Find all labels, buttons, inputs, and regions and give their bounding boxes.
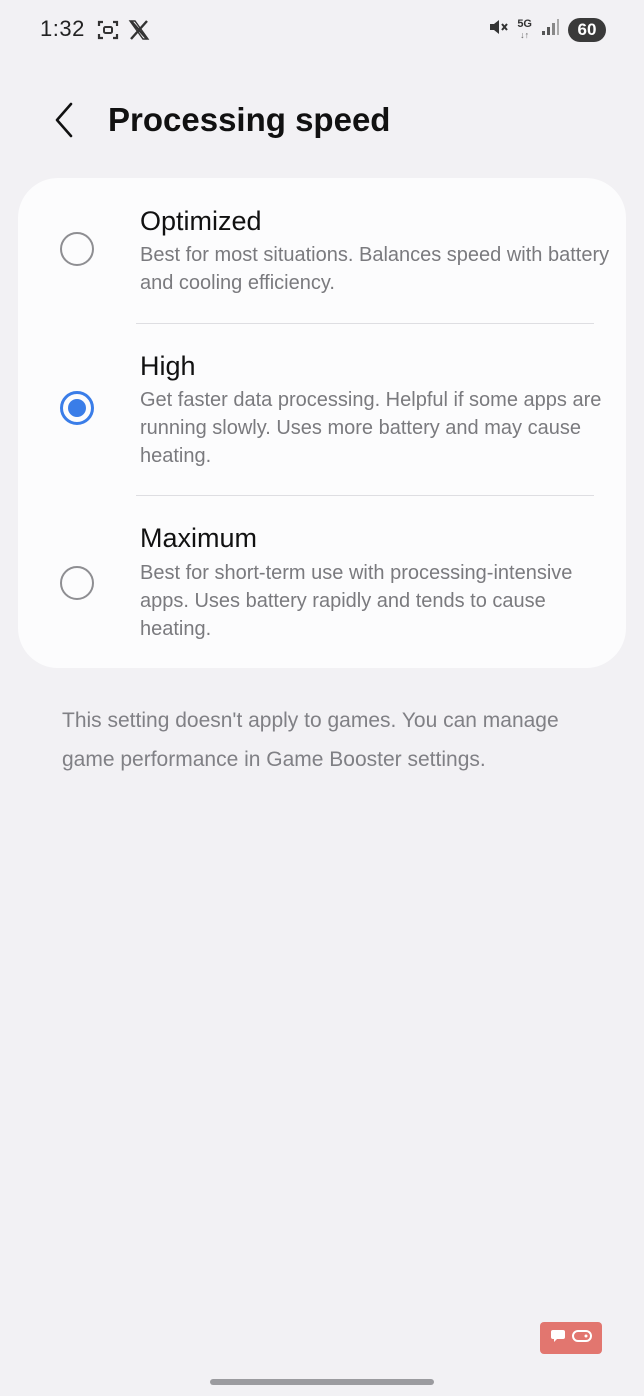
options-card: Optimized Best for most situations. Bala… <box>18 178 626 668</box>
network-type: 5G <box>517 17 532 30</box>
mute-icon <box>487 16 509 43</box>
option-description: Best for most situations. Balances speed… <box>140 244 610 294</box>
page-title: Processing speed <box>108 101 391 138</box>
radio-high[interactable] <box>60 391 94 425</box>
radio-maximum[interactable] <box>60 566 94 600</box>
status-bar: 1:32 5G ↓↑ 60 <box>0 0 644 64</box>
5g-icon: 5G ↓↑ <box>517 17 532 41</box>
gamepad-icon <box>572 1329 592 1348</box>
back-button[interactable] <box>44 98 84 146</box>
option-title: High <box>140 351 196 381</box>
footnote-text: This setting doesn't apply to games. You… <box>62 709 559 771</box>
option-maximum[interactable]: Maximum Best for short-term use with pro… <box>18 496 626 668</box>
status-time: 1:32 <box>40 16 85 41</box>
chat-bubble-icon <box>550 1329 566 1348</box>
data-arrows-icon: ↓↑ <box>520 29 530 40</box>
option-description: Get faster data processing. Helpful if s… <box>140 389 602 467</box>
status-right-icons: 5G ↓↑ 60 <box>487 16 606 43</box>
option-title: Optimized <box>140 206 262 236</box>
status-left-icons <box>96 18 150 47</box>
home-indicator[interactable] <box>210 1379 434 1385</box>
option-description: Best for short-term use with processing-… <box>140 562 573 640</box>
app-header: Processing speed <box>0 90 644 154</box>
option-title: Maximum <box>140 523 258 553</box>
chevron-left-icon <box>53 101 75 144</box>
floating-overlay-button[interactable] <box>540 1322 602 1354</box>
radio-optimized[interactable] <box>60 232 94 266</box>
option-optimized[interactable]: Optimized Best for most situations. Bala… <box>18 178 626 323</box>
x-app-icon <box>128 19 150 46</box>
screen-record-icon <box>96 18 120 47</box>
option-high[interactable]: High Get faster data processing. Helpful… <box>18 324 626 495</box>
battery-indicator: 60 <box>568 17 606 42</box>
signal-icon <box>540 17 560 42</box>
